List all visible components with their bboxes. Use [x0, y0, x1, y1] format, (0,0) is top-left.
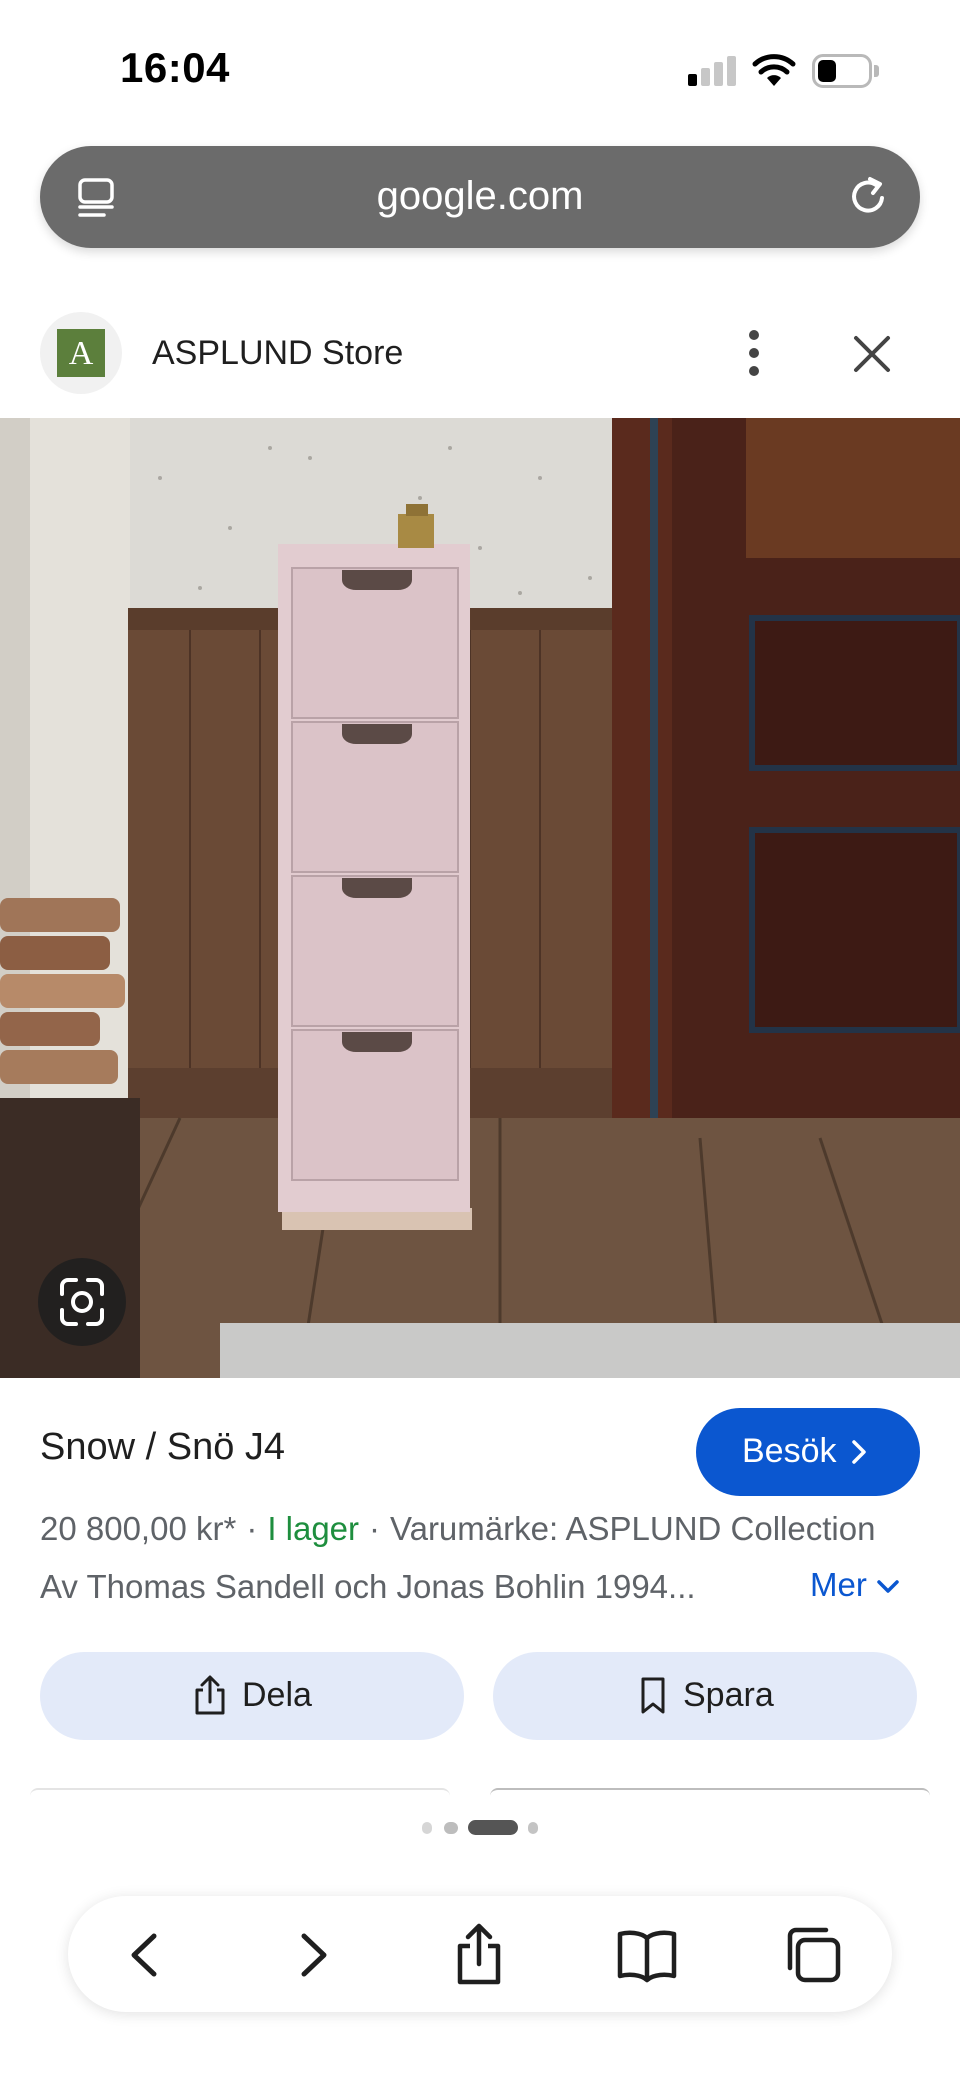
address-bar[interactable]: google.com: [40, 146, 920, 248]
product-brand: Varumärke: ASPLUND Collection: [390, 1510, 876, 1547]
page-dot: [444, 1822, 458, 1834]
page-dot: [528, 1822, 538, 1834]
separator: ·: [246, 1510, 258, 1547]
carousel-indicator: [0, 1816, 960, 1836]
status-bar: 16:04: [0, 0, 960, 140]
product-meta: 20 800,00 kr* · I lager · Varumärke: ASPLUND…: [40, 1510, 875, 1548]
reload-icon[interactable]: [846, 174, 892, 220]
page-dot: [422, 1822, 432, 1834]
share-icon: [195, 1675, 225, 1715]
lens-icon: [60, 1278, 104, 1326]
stock-status: I lager: [267, 1510, 360, 1547]
clock: 16:04: [120, 44, 230, 91]
close-icon[interactable]: [850, 332, 894, 376]
store-logo[interactable]: A: [40, 312, 122, 394]
product-photo-illustration: [0, 418, 960, 1378]
share-page-icon[interactable]: [444, 1920, 514, 1990]
back-icon[interactable]: [110, 1920, 180, 1990]
save-button[interactable]: Spara: [493, 1652, 917, 1740]
url-text[interactable]: google.com: [40, 174, 920, 219]
bookmarks-icon[interactable]: [612, 1920, 682, 1990]
more-vert-icon[interactable]: [734, 326, 774, 380]
lens-search-button[interactable]: [38, 1258, 126, 1346]
store-header: A ASPLUND Store: [0, 312, 960, 418]
visit-button[interactable]: Besök: [696, 1408, 920, 1496]
browser-toolbar: [68, 1896, 892, 2012]
bookmark-icon: [641, 1677, 665, 1714]
visit-button-label: Besök: [742, 1432, 837, 1470]
share-label: Dela: [242, 1676, 312, 1714]
product-image[interactable]: [0, 418, 960, 1378]
forward-icon[interactable]: [278, 1920, 348, 1990]
product-title: Snow / Snö J4: [40, 1426, 286, 1468]
more-label: Mer: [810, 1566, 867, 1603]
tabs-icon[interactable]: [778, 1920, 848, 1990]
product-description: Av Thomas Sandell och Jonas Bohlin 1994.…: [40, 1568, 696, 1605]
cellular-signal-icon: [688, 56, 738, 86]
share-button[interactable]: Dela: [40, 1652, 464, 1740]
store-name[interactable]: ASPLUND Store: [152, 334, 403, 373]
page-dot-active: [468, 1820, 518, 1835]
more-button[interactable]: Mer: [810, 1566, 901, 1604]
chevron-down-icon: [877, 1580, 899, 1594]
next-card-edge: [490, 1788, 930, 1796]
chevron-right-icon: [852, 1440, 866, 1464]
separator: ·: [369, 1510, 381, 1547]
wifi-icon: [752, 54, 796, 86]
battery-icon: [812, 54, 879, 88]
store-logo-letter: A: [57, 329, 105, 377]
product-price: 20 800,00 kr*: [40, 1510, 237, 1547]
next-card-edge: [30, 1788, 450, 1796]
save-label: Spara: [683, 1676, 774, 1714]
